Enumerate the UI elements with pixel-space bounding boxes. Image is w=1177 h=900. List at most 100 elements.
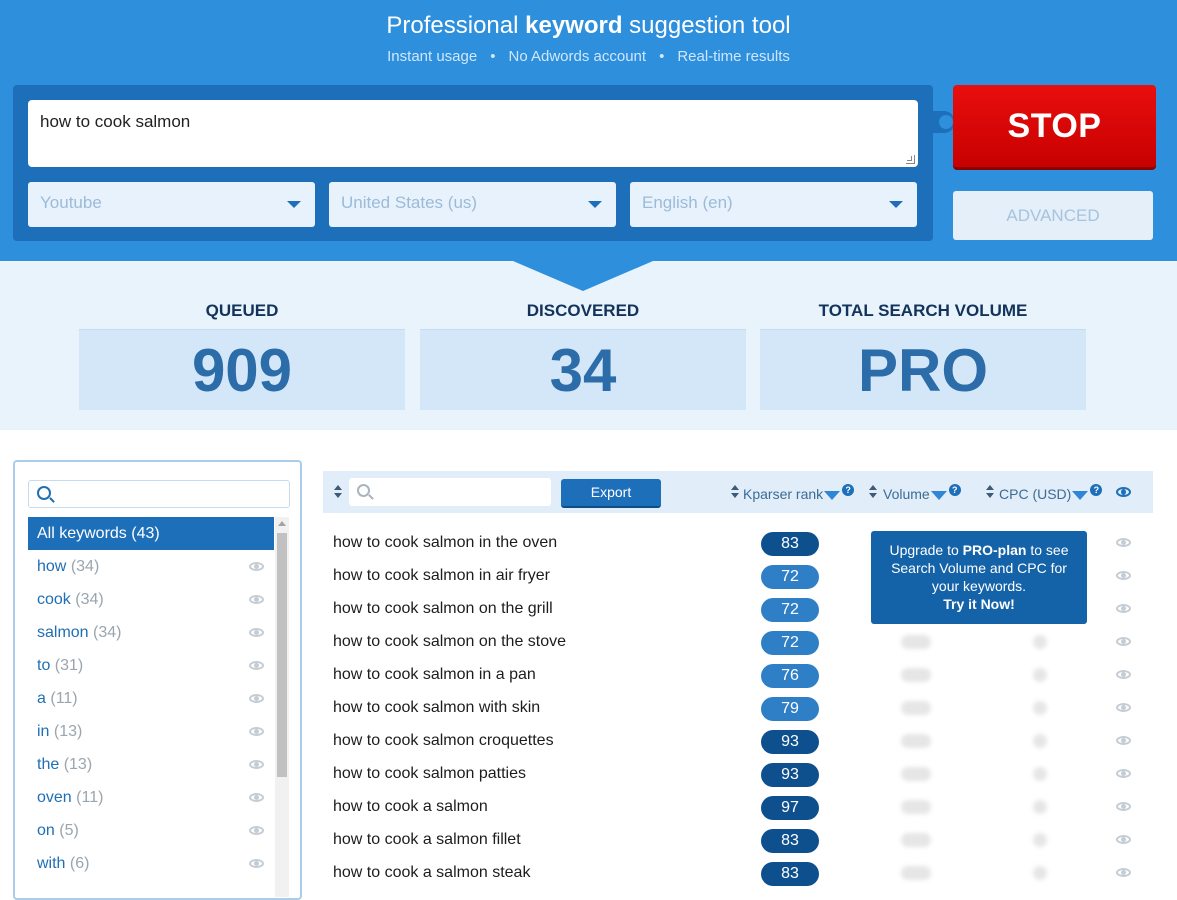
eye-icon[interactable] [249,793,264,802]
cpc-hidden [1033,668,1047,682]
table-row[interactable]: how to cook salmon on the stove 72 [323,626,1153,659]
table-row[interactable]: how to cook salmon in a pan 76 [323,659,1153,692]
list-scrollbar[interactable] [275,517,289,897]
table-row[interactable]: how to cook a salmon 97 [323,791,1153,824]
table-row[interactable]: how to cook salmon patties 93 [323,758,1153,791]
help-icon[interactable]: ? [842,484,855,496]
eye-icon[interactable] [249,595,264,604]
sort-icon[interactable] [731,485,739,499]
help-icon[interactable]: ? [948,484,961,496]
country-select[interactable]: United States (us) [329,182,616,227]
cpc-hidden [1033,767,1047,781]
sort-icon[interactable] [334,485,342,499]
advanced-button[interactable]: ADVANCED [953,191,1153,240]
volume-hidden [901,800,931,814]
eye-icon[interactable] [249,661,264,670]
keyword-text: how to cook salmon croquettes [333,732,554,749]
feature-list: Instant usage • No Adwords account • Real-ti… [387,48,790,65]
eye-icon[interactable] [249,826,264,835]
feature-realtime: Real-time results [677,48,790,65]
eye-icon[interactable] [1116,835,1131,844]
eye-icon[interactable] [249,760,264,769]
list-item[interactable]: to (31) [28,649,274,682]
keyword-text: how to cook salmon in a pan [333,666,536,683]
eye-icon[interactable] [1116,637,1131,646]
column-kparser-rank[interactable]: Kparser rank? [743,484,855,502]
eye-icon[interactable] [1116,571,1131,580]
list-item-all-keywords[interactable]: All keywords (43) [28,517,274,550]
scroll-up-icon[interactable] [278,521,286,526]
volume-hidden [901,635,931,649]
keyword-text: how to cook a salmon [333,798,488,815]
volume-hidden [901,701,931,715]
table-row[interactable]: how to cook a salmon steak 83 [323,857,1153,890]
eye-icon[interactable] [1116,736,1131,745]
eye-icon[interactable] [249,694,264,703]
rank-badge: 83 [761,829,819,853]
eye-icon[interactable] [1116,604,1131,613]
sort-icon[interactable] [986,485,994,499]
pro-upgrade-popup[interactable]: Upgrade to PRO-plan to see Search Volume… [871,531,1087,624]
stat-discovered-value: 34 [420,329,746,410]
eye-icon[interactable] [1116,769,1131,778]
filter-funnel-icon[interactable] [930,491,947,500]
keyword-text: how to cook a salmon fillet [333,831,521,848]
stats-band: QUEUED 909 DISCOVERED 34 TOTAL SEARCH VO… [0,261,1177,430]
list-item[interactable]: the (13) [28,748,274,781]
table-row[interactable]: how to cook salmon croquettes 93 [323,725,1153,758]
volume-hidden [901,668,931,682]
stat-queued-value: 909 [79,329,405,410]
feature-instant: Instant usage [387,48,478,65]
eye-icon[interactable] [249,562,264,571]
list-item[interactable]: with (6) [28,847,274,880]
stat-discovered: DISCOVERED 34 [420,301,746,410]
eye-icon[interactable] [1116,538,1131,547]
volume-hidden [901,734,931,748]
column-cpc[interactable]: CPC (USD)? [999,484,1103,502]
keyword-text: how to cook salmon in the oven [333,534,558,551]
eye-icon[interactable] [1116,868,1131,877]
rank-badge: 83 [761,862,819,886]
results-search-input[interactable] [349,478,551,506]
eye-icon[interactable] [249,628,264,637]
sort-icon[interactable] [869,485,877,499]
keyword-query-input[interactable]: how to cook salmon [28,100,918,167]
try-it-now-link[interactable]: Try it Now! [943,596,1015,612]
table-row[interactable]: how to cook a salmon fillet 83 [323,824,1153,857]
language-select[interactable]: English (en) [630,182,917,227]
rank-badge: 72 [761,598,819,622]
source-select[interactable]: Youtube [28,182,315,227]
filter-search-input[interactable] [28,480,290,508]
filter-funnel-icon[interactable] [824,491,841,500]
filter-funnel-icon[interactable] [1072,491,1089,500]
help-icon[interactable]: ? [1090,484,1103,496]
keyword-text: how to cook salmon in air fryer [333,567,550,584]
eye-icon[interactable] [1116,487,1131,497]
eye-icon[interactable] [249,727,264,736]
column-volume[interactable]: Volume? [883,484,961,502]
list-item[interactable]: cook (34) [28,583,274,616]
rank-badge: 72 [761,631,819,655]
stat-total-volume-value: PRO [760,329,1086,410]
stop-button[interactable]: STOP [953,85,1156,167]
keyword-text: how to cook a salmon steak [333,864,531,881]
chevron-down-icon [588,201,602,208]
export-button[interactable]: Export [561,479,661,508]
eye-icon[interactable] [1116,670,1131,679]
scroll-thumb[interactable] [277,533,287,777]
rank-badge: 72 [761,565,819,589]
table-row[interactable]: how to cook salmon with skin 79 [323,692,1153,725]
eye-icon[interactable] [249,859,264,868]
word-filter-panel: All keywords (43) how (34) cook (34) sal… [13,460,302,900]
list-item[interactable]: a (11) [28,682,274,715]
hero-header: Professional keyword suggestion tool Ins… [0,0,1177,262]
list-item[interactable]: oven (11) [28,781,274,814]
list-item[interactable]: on (5) [28,814,274,847]
volume-hidden [901,767,931,781]
list-item[interactable]: in (13) [28,715,274,748]
eye-icon[interactable] [1116,703,1131,712]
eye-icon[interactable] [1116,802,1131,811]
list-item[interactable]: how (34) [28,550,274,583]
list-item[interactable]: salmon (34) [28,616,274,649]
resize-grip-icon[interactable] [906,155,915,164]
